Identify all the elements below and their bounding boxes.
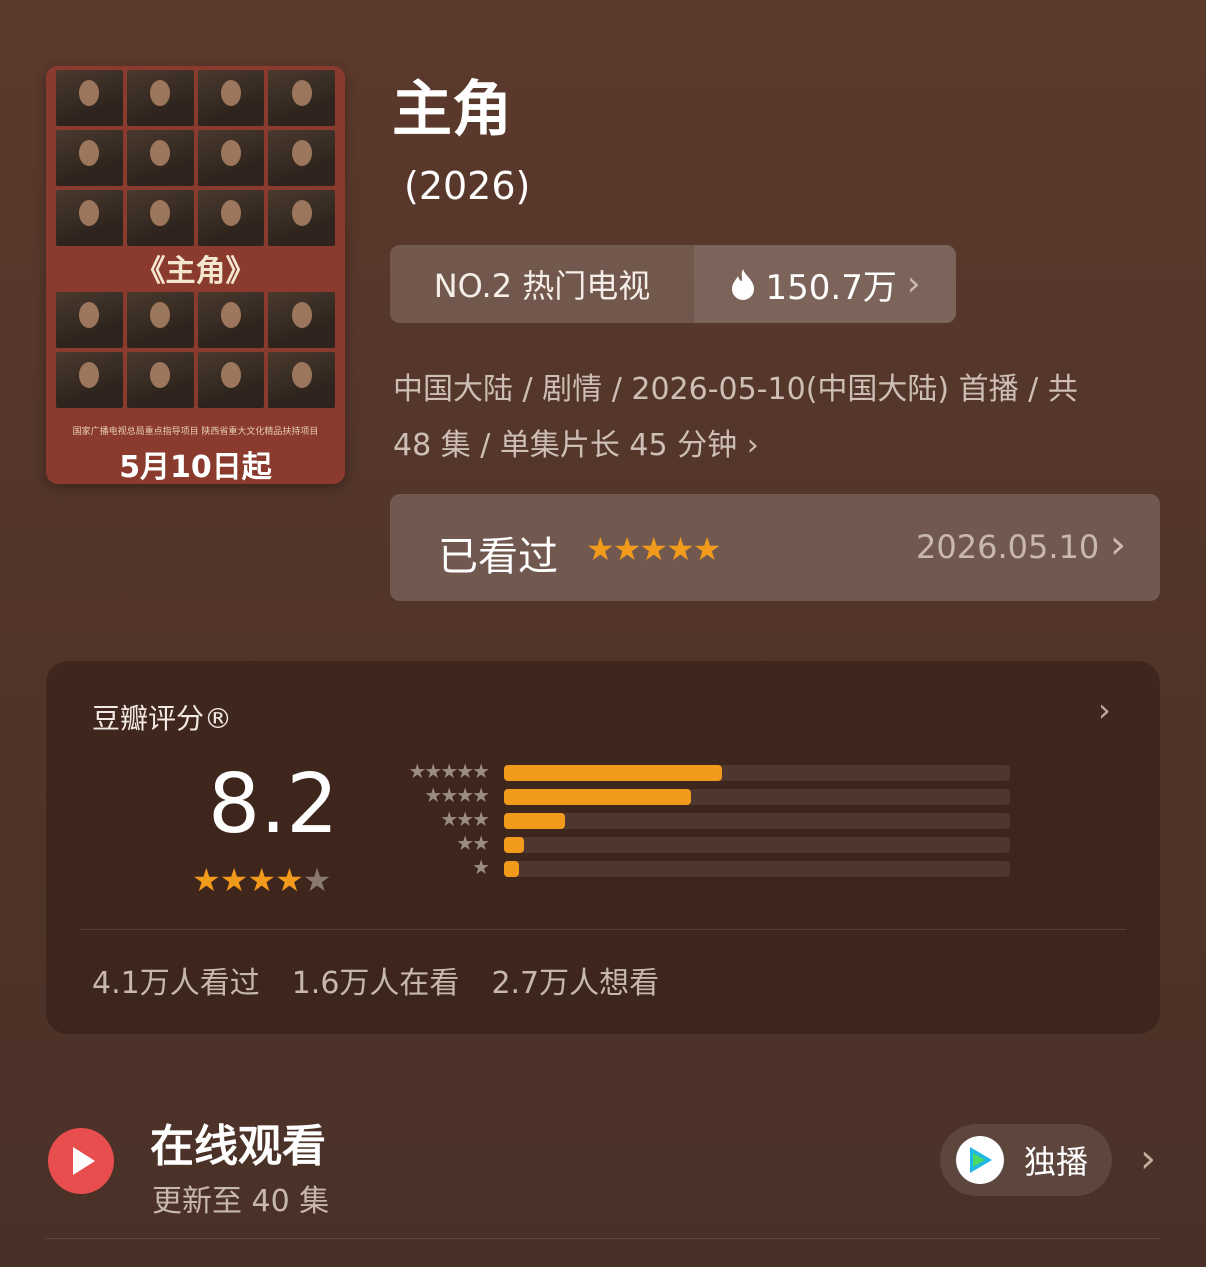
user-rating-stars: ★★★★★ xyxy=(586,530,721,568)
meta-line-2: 48 集 / 单集片长 45 分钟 xyxy=(393,428,738,463)
poster-cast-grid-top xyxy=(56,70,335,246)
distribution-bar xyxy=(504,837,525,853)
distribution-bar xyxy=(504,765,722,781)
count-wish[interactable]: 2.7万人想看 xyxy=(491,958,659,1002)
rating-distribution: ★★★★★ ★★★★ ★★★ ★★ ★ xyxy=(46,661,1160,921)
chevron-right-icon: › xyxy=(1110,522,1126,568)
distribution-bar-track xyxy=(504,837,1010,853)
exclusive-badge[interactable]: 独播 xyxy=(940,1124,1112,1196)
distribution-bar-track xyxy=(504,789,1010,805)
poster-image[interactable]: 《主角》 国家广播电视总局重点指导项目 陕西省重大文化精品扶持项目 5月10日起 xyxy=(46,66,345,484)
poster-note: 国家广播电视总局重点指导项目 陕西省重大文化精品扶持项目 xyxy=(72,427,319,437)
distribution-stars: ★★★★ xyxy=(424,783,490,807)
distribution-stars: ★★ xyxy=(456,831,490,855)
watched-date: 2026.05.10 xyxy=(916,528,1100,566)
count-watching[interactable]: 1.6万人在看 xyxy=(292,958,460,1002)
divider xyxy=(80,929,1126,930)
distribution-stars: ★★★ xyxy=(440,807,490,831)
distribution-bar-track xyxy=(504,765,1010,781)
distribution-bar-track xyxy=(504,813,1010,829)
rank-label[interactable]: NO.2 热门电视 xyxy=(390,245,694,323)
douban-rating-card[interactable]: 豆瓣评分® › 8.2 ★★★★★ ★★★★★ ★★★★ ★★★ ★★ ★ 4.1万人看… xyxy=(46,661,1160,1034)
page-title: 主角 xyxy=(392,75,512,145)
online-watch-title[interactable]: 在线观看 xyxy=(150,1110,326,1174)
fire-icon xyxy=(731,269,754,300)
audience-counts: 4.1万人看过 1.6万人在看 2.7万人想看 xyxy=(92,958,659,1002)
distribution-bar xyxy=(504,861,520,877)
chevron-right-icon[interactable]: › xyxy=(1140,1136,1156,1182)
poster-title: 《主角》 xyxy=(135,254,256,289)
tencent-video-icon xyxy=(956,1136,1004,1184)
chevron-right-icon: › xyxy=(906,264,921,304)
watched-status-card[interactable]: 已看过 ★★★★★ 2026.05.10 › xyxy=(390,494,1160,601)
distribution-stars: ★★★★★ xyxy=(408,759,490,783)
poster-cast-grid-bottom xyxy=(56,292,335,408)
heat-value: 150.7万 xyxy=(765,267,897,308)
show-meta[interactable]: 中国大陆 / 剧情 / 2026-05-10(中国大陆) 首播 / 共 48 集… xyxy=(393,362,1153,474)
distribution-stars: ★ xyxy=(472,855,490,879)
play-icon[interactable] xyxy=(48,1128,114,1194)
meta-line-1: 中国大陆 / 剧情 / 2026-05-10(中国大陆) 首播 / 共 xyxy=(393,372,1078,407)
distribution-bar xyxy=(504,789,692,805)
count-watched[interactable]: 4.1万人看过 xyxy=(92,958,260,1002)
heat-button[interactable]: 150.7万 › xyxy=(694,245,956,323)
poster-date: 5月10日起 xyxy=(119,450,272,484)
meta-line-2-wrap: 48 集 / 单集片长 45 分钟 › xyxy=(393,418,1153,474)
distribution-bar xyxy=(504,813,565,829)
online-watch-subtitle: 更新至 40 集 xyxy=(152,1184,330,1219)
divider xyxy=(46,1238,1160,1239)
watched-label: 已看过 xyxy=(438,534,558,580)
rank-pill[interactable]: NO.2 热门电视 150.7万 › xyxy=(390,245,956,323)
distribution-bar-track xyxy=(504,861,1010,877)
chevron-right-icon: › xyxy=(746,428,759,463)
exclusive-label: 独播 xyxy=(1024,1143,1089,1181)
release-year: (2026) xyxy=(404,164,531,208)
